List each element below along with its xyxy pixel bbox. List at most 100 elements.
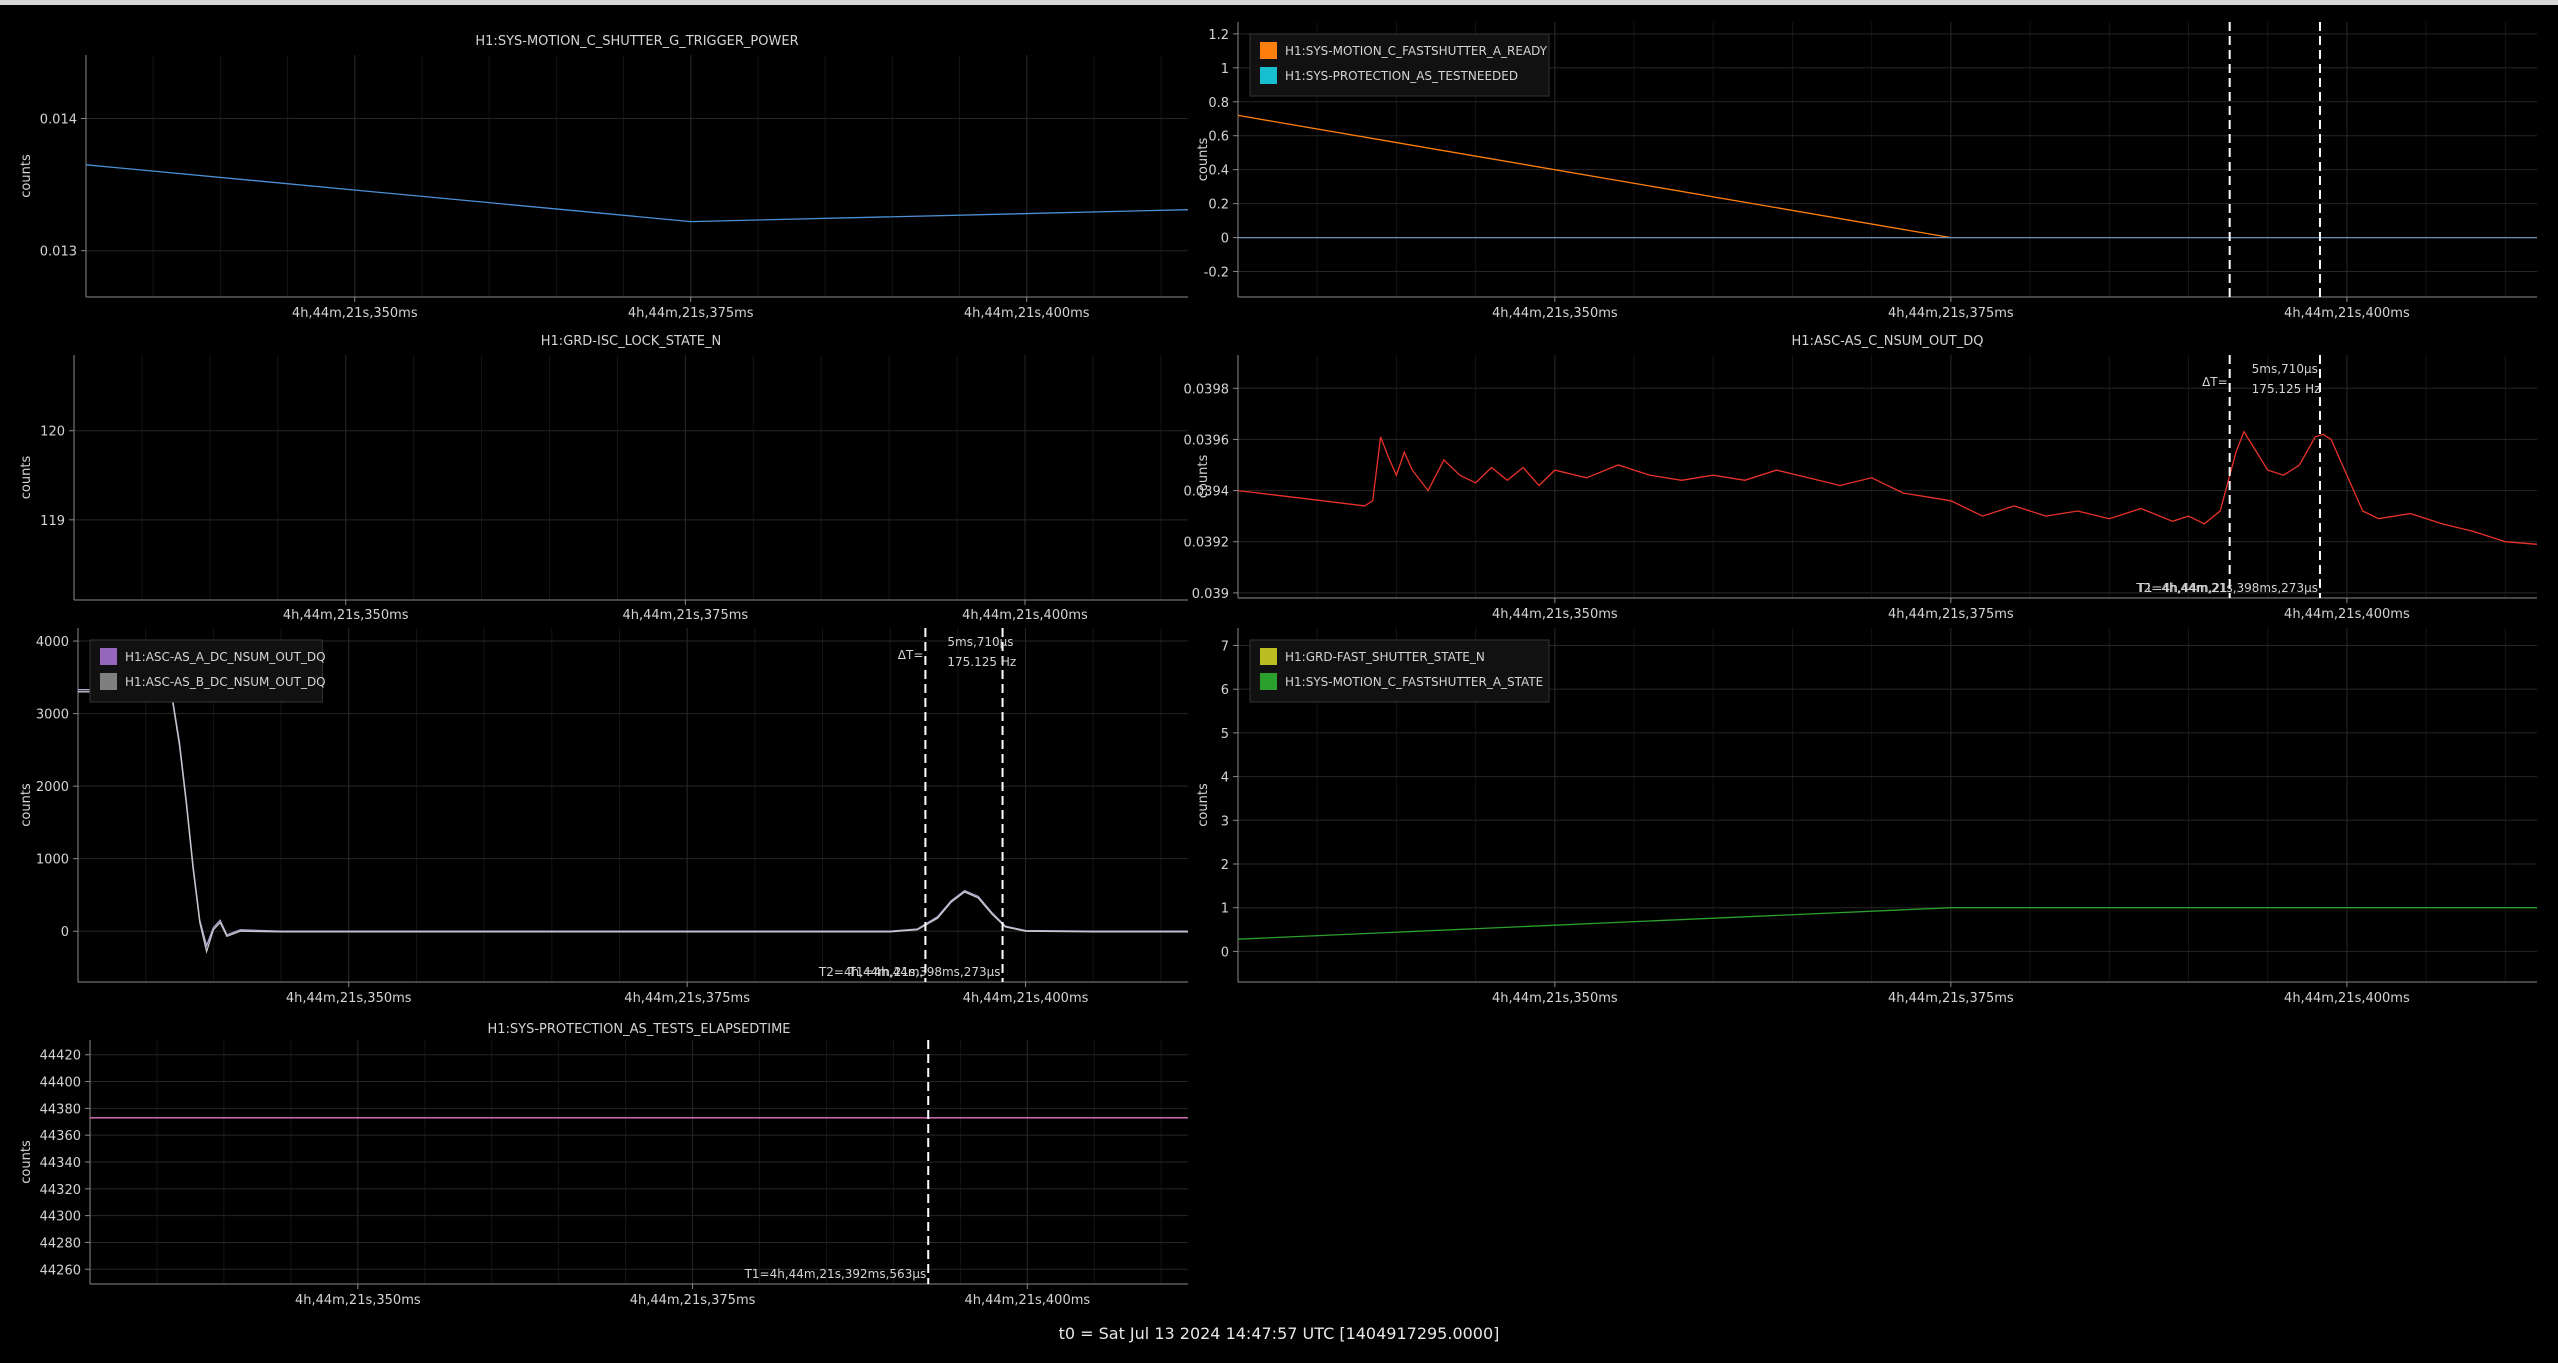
y-axis-label: counts — [19, 783, 34, 827]
plot-panel-5[interactable]: 0 1000 2000 3000 4000 4h,44m,21s,350ms 4h,44m,… — [19, 628, 1188, 1006]
legend[interactable]: H1:GRD-FAST_SHUTTER_STATE_N H1:SYS-MOTION… — [1249, 639, 1550, 703]
plot-panel-2[interactable]: -0.2 0 0.2 0.4 0.6 0.8 1 1.2 4h,44m,21s,350ms 4h,… — [1196, 22, 2537, 321]
series-line-1[interactable] — [86, 164, 1188, 223]
y-tick-label: 0.039 — [1192, 587, 1229, 602]
x-tick-label: 4h,44m,21s,350ms — [292, 306, 418, 321]
y-tick-label: 0.0396 — [1184, 433, 1230, 448]
legend-label: H1:SYS-MOTION_C_FASTSHUTTER_A_READY — [1285, 44, 1548, 58]
y-tick-label: 0.4 — [1208, 164, 1229, 179]
delta-frequency: 175.125 Hz — [947, 655, 1016, 669]
x-tick-label: 4h,44m,21s,400ms — [964, 306, 1090, 321]
cursor-t2-label: T2=4h,44m,21s,398ms,273µs — [2135, 581, 2318, 595]
legend-swatch — [1260, 648, 1277, 665]
x-tick-label: 4h,44m,21s,375ms — [1888, 607, 2014, 622]
x-tick-label: 4h,44m,21s,350ms — [1492, 607, 1618, 622]
y-tick-label: 0 — [61, 925, 69, 940]
series-line-1[interactable] — [1238, 114, 1952, 239]
y-axis-label: counts — [1196, 138, 1211, 182]
plot-title: H1:GRD-ISC_LOCK_STATE_N — [541, 334, 721, 349]
y-tick-label: 44320 — [40, 1183, 81, 1198]
y-tick-label: 3000 — [36, 708, 69, 723]
y-tick-label: 44260 — [40, 1263, 81, 1278]
x-tick-label: 4h,44m,21s,375ms — [1888, 991, 2014, 1006]
y-axis-label: counts — [19, 1140, 34, 1184]
x-tick-label: 4h,44m,21s,375ms — [628, 306, 754, 321]
legend-label: H1:GRD-FAST_SHUTTER_STATE_N — [1285, 650, 1485, 664]
y-tick-label: 44380 — [40, 1102, 81, 1117]
y-tick-label: 44340 — [40, 1156, 81, 1171]
time-origin-label: t0 = Sat Jul 13 2024 14:47:57 UTC [14049… — [1058, 1324, 1500, 1343]
legend[interactable]: H1:SYS-MOTION_C_FASTSHUTTER_A_READY H1:SY… — [1249, 33, 1550, 97]
legend-swatch — [1260, 67, 1277, 84]
plot-panel-4[interactable]: 0.0390.03920.03940.03960.03984h,44m,21s,… — [1184, 334, 2538, 622]
x-tick-label: 4h,44m,21s,375ms — [630, 1293, 756, 1308]
legend-label: H1:SYS-MOTION_C_FASTSHUTTER_A_STATE — [1285, 675, 1543, 689]
y-tick-label: 119 — [40, 514, 65, 529]
y-tick-label: 4000 — [36, 635, 69, 650]
x-tick-label: 4h,44m,21s,400ms — [963, 991, 1089, 1006]
delta-t-label: ΔT= — [2202, 375, 2228, 389]
legend-swatch — [100, 673, 117, 690]
cursor-t1-label: T1=4h,44m,21s,392ms,563µs — [744, 1267, 927, 1281]
y-tick-label: 0.014 — [40, 112, 77, 127]
plot-title: H1:ASC-AS_C_NSUM_OUT_DQ — [1792, 334, 1984, 349]
y-axis-label: counts — [1196, 783, 1211, 827]
y-tick-label: 2 — [1221, 858, 1229, 873]
series-line-2[interactable] — [1238, 907, 2537, 940]
legend-label: H1:ASC-AS_A_DC_NSUM_OUT_DQ — [125, 650, 326, 664]
legend[interactable]: H1:ASC-AS_A_DC_NSUM_OUT_DQ H1:ASC-AS_B_DC… — [89, 639, 326, 703]
plot-panel-3[interactable]: 119 120 4h,44m,21s,350ms 4h,44m,21s,375ms 4h… — [19, 334, 1188, 623]
y-tick-label: -0.2 — [1204, 266, 1229, 281]
x-tick-label: 4h,44m,21s,350ms — [295, 1293, 421, 1308]
x-tick-label: 4h,44m,21s,350ms — [1492, 306, 1618, 321]
y-axis-label: counts — [19, 154, 34, 198]
y-tick-label: 3 — [1221, 814, 1229, 829]
y-tick-label: 0.0392 — [1184, 536, 1230, 551]
legend-label: H1:ASC-AS_B_DC_NSUM_OUT_DQ — [125, 675, 326, 689]
delta-frequency: 175.125 Hz — [2252, 382, 2321, 396]
plot-panel-1[interactable]: 0.013 0.014 4h,44m,21s,350ms 4h,44m,21s,375… — [19, 34, 1188, 321]
y-tick-label: 0.0398 — [1184, 382, 1230, 397]
plot-title: H1:SYS-PROTECTION_AS_TESTS_ELAPSEDTIME — [487, 1022, 790, 1037]
y-tick-label: 44420 — [40, 1049, 81, 1064]
y-tick-label: 7 — [1221, 639, 1229, 654]
series-line-2[interactable] — [78, 691, 1188, 954]
y-tick-label: 0.2 — [1208, 198, 1229, 213]
x-tick-label: 4h,44m,21s,350ms — [286, 991, 412, 1006]
y-axis-label: counts — [19, 456, 34, 500]
y-tick-label: 44280 — [40, 1236, 81, 1251]
series-line-1[interactable] — [78, 689, 1188, 948]
x-tick-label: 4h,44m,21s,400ms — [964, 1293, 1090, 1308]
x-tick-label: 4h,44m,21s,400ms — [962, 608, 1088, 623]
y-tick-label: 0.8 — [1208, 96, 1229, 111]
plot-panel-7[interactable]: 44260 44280 44300 44320 44340 44360 44380 44400… — [19, 1022, 1188, 1308]
y-tick-label: 44360 — [40, 1129, 81, 1144]
series-line-1[interactable] — [1238, 430, 2537, 545]
legend-swatch — [1260, 673, 1277, 690]
plot-panel-6[interactable]: 0 1 2 3 4 5 6 7 4h,44m,21s,350ms 4h,44m,21s,375ms… — [1196, 628, 2537, 1006]
y-tick-label: 2000 — [36, 780, 69, 795]
x-tick-label: 4h,44m,21s,375ms — [624, 991, 750, 1006]
y-tick-label: 1000 — [36, 853, 69, 868]
plot-title: H1:SYS-MOTION_C_SHUTTER_G_TRIGGER_POWER — [475, 34, 798, 49]
x-tick-label: 4h,44m,21s,375ms — [1888, 306, 2014, 321]
y-tick-label: 0.013 — [40, 245, 77, 260]
delta-t-value: 5ms,710µs — [947, 635, 1013, 649]
legend-swatch — [100, 648, 117, 665]
delta-t-value: 5ms,710µs — [2252, 362, 2318, 376]
legend-swatch — [1260, 42, 1277, 59]
y-tick-label: 44300 — [40, 1210, 81, 1225]
x-tick-label: 4h,44m,21s,375ms — [622, 608, 748, 623]
y-tick-label: 1 — [1221, 902, 1229, 917]
y-tick-label: 1.2 — [1208, 28, 1229, 43]
y-tick-label: 5 — [1221, 727, 1229, 742]
y-tick-label: 44400 — [40, 1076, 81, 1091]
plot-grid[interactable]: 0.013 0.014 4h,44m,21s,350ms 4h,44m,21s,375… — [0, 0, 2558, 1363]
y-tick-label: 0.6 — [1208, 130, 1229, 145]
cursor-t2-label: T2=4h,44m,21s,398ms,273µs — [818, 965, 1001, 979]
y-tick-label: 0 — [1221, 232, 1229, 247]
x-tick-label: 4h,44m,21s,350ms — [1492, 991, 1618, 1006]
delta-t-label: ΔT= — [898, 648, 924, 662]
legend-label: H1:SYS-PROTECTION_AS_TESTNEEDED — [1285, 69, 1518, 83]
y-tick-label: 120 — [40, 425, 65, 440]
